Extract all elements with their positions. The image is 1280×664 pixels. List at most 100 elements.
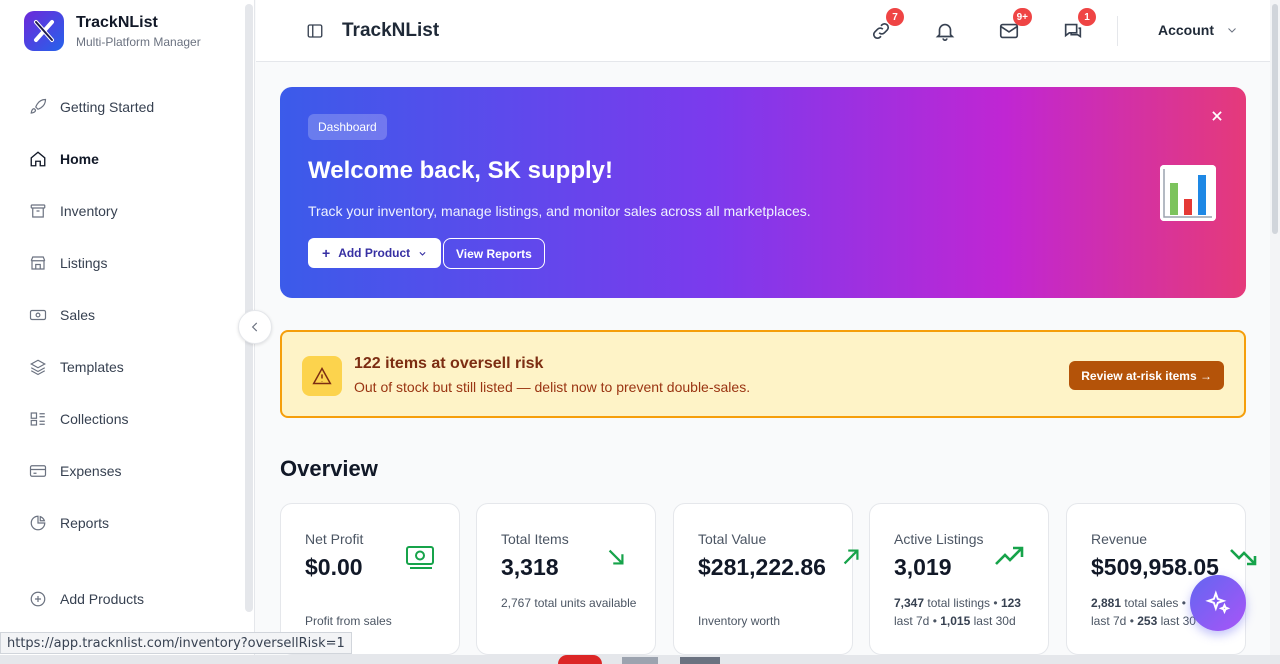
subtext-part: last 30 <box>1157 614 1196 628</box>
plus-icon: + <box>322 245 331 261</box>
brand[interactable]: TrackNList Multi-Platform Manager <box>24 11 201 51</box>
sidebar-toggle-button[interactable] <box>306 22 324 45</box>
brand-subtitle: Multi-Platform Manager <box>76 35 201 49</box>
pie-chart-icon <box>28 513 48 533</box>
credit-card-icon <box>28 461 48 481</box>
trend-up-arrow-icon <box>840 546 862 573</box>
dashboard-chip: Dashboard <box>308 114 387 140</box>
card-label: Active Listings <box>894 531 984 547</box>
account-menu[interactable]: Account <box>1158 22 1238 38</box>
stat-card-total-items[interactable]: Total Items 3,318 2,767 total units avai… <box>476 503 656 655</box>
sidebar-item-getting-started[interactable]: Getting Started <box>0 81 244 133</box>
status-bar-url: https://app.tracknlist.com/inventory?ove… <box>0 632 352 654</box>
alert-description: Out of stock but still listed — delist n… <box>354 379 751 395</box>
sidebar-item-label: Listings <box>60 255 108 271</box>
panel-left-icon <box>307 24 323 38</box>
card-label: Total Value <box>698 531 767 547</box>
sidebar-item-label: Getting Started <box>60 99 155 115</box>
last-30d-count: 1,015 <box>940 614 971 628</box>
close-banner-button[interactable] <box>1210 107 1224 128</box>
sidebar-item-templates[interactable]: Templates <box>0 341 244 393</box>
sidebar-item-label: Collections <box>60 411 129 427</box>
page-title: TrackNList <box>342 20 440 41</box>
sidebar-item-listings[interactable]: Listings <box>0 237 244 289</box>
main-scrollbar-thumb[interactable] <box>1272 4 1278 234</box>
welcome-description: Track your inventory, manage listings, a… <box>308 203 811 219</box>
ai-assistant-button[interactable] <box>1190 575 1246 631</box>
card-value: $0.00 <box>305 554 363 580</box>
view-reports-button[interactable]: View Reports <box>443 238 545 269</box>
bell-icon <box>935 23 955 41</box>
subtext-part: last 7d • <box>894 614 941 628</box>
sidebar-item-inventory[interactable]: Inventory <box>0 185 244 237</box>
stat-card-active-listings[interactable]: Active Listings 3,019 7,347 total listin… <box>869 503 1049 655</box>
welcome-title: Welcome back, SK supply! <box>308 157 613 184</box>
chevron-left-icon <box>251 322 258 332</box>
review-at-risk-button[interactable]: Review at-risk items → <box>1069 361 1224 390</box>
overview-heading: Overview <box>280 456 378 481</box>
stat-card-total-value[interactable]: Total Value $281,222.86 Inventory worth <box>673 503 859 655</box>
chevron-down-icon <box>419 251 426 256</box>
integrations-button[interactable]: 7 <box>869 8 904 43</box>
subtext-part: last 7d • <box>1091 614 1138 628</box>
alert-title: 122 items at oversell risk <box>354 355 544 372</box>
sidebar-scrollbar[interactable] <box>245 4 253 612</box>
subtext-part: total listings • <box>924 596 1001 610</box>
brand-name: TrackNList <box>76 14 158 31</box>
last-30d-count: 253 <box>1137 614 1158 628</box>
card-subtext: Inventory worth <box>698 614 781 628</box>
plus-circle-icon <box>28 589 48 609</box>
sidebar-item-label: Inventory <box>60 203 118 219</box>
header-divider <box>1117 16 1118 46</box>
sidebar-item-sales[interactable]: Sales <box>0 289 244 341</box>
collection-icon <box>28 409 48 429</box>
sidebar-nav: Getting Started Home Inventory Listings … <box>0 81 244 549</box>
sidebar-item-label: Expenses <box>60 463 122 479</box>
sidebar-item-label: Reports <box>60 515 110 531</box>
chevron-down-icon <box>1228 28 1236 33</box>
banknote-icon <box>28 305 48 325</box>
taskbar-app-icon[interactable] <box>558 655 602 664</box>
sidebar-item-reports[interactable]: Reports <box>0 497 244 549</box>
account-label: Account <box>1158 22 1214 38</box>
sidebar-item-collections[interactable]: Collections <box>0 393 244 445</box>
close-icon <box>1212 111 1222 121</box>
archive-icon <box>28 201 48 221</box>
top-header: TrackNList 7 9+ 1 Account <box>256 0 1280 62</box>
subtext-part: total sales • <box>1121 596 1186 610</box>
welcome-banner: Dashboard Welcome back, SK supply! Track… <box>280 87 1246 298</box>
sidebar-item-label: Add Products <box>60 591 145 607</box>
trending-down-icon <box>1229 546 1257 573</box>
sparkles-icon <box>1205 590 1231 615</box>
sidebar-item-label: Sales <box>60 307 96 323</box>
warning-icon <box>302 356 342 396</box>
trend-down-arrow-icon <box>605 546 627 573</box>
add-product-button[interactable]: + Add Product <box>308 238 442 268</box>
card-subtext: 7,347 total listings • 123 last 7d • 1,0… <box>894 594 1034 630</box>
sidebar-item-add-products[interactable]: Add Products <box>0 573 244 625</box>
sidebar: TrackNList Multi-Platform Manager Gettin… <box>0 0 255 664</box>
subtext-part: last 30d <box>970 614 1016 628</box>
store-icon <box>28 253 48 273</box>
mail-badge: 9+ <box>1012 8 1032 26</box>
rocket-icon <box>28 97 48 117</box>
links-badge: 7 <box>886 8 904 26</box>
sidebar-collapse-button[interactable] <box>238 310 272 344</box>
mail-button[interactable]: 9+ <box>997 8 1032 43</box>
trending-up-icon <box>994 546 1024 573</box>
chat-badge: 1 <box>1078 8 1096 26</box>
sidebar-item-home[interactable]: Home <box>0 133 244 185</box>
last-7d-count: 123 <box>1000 596 1021 610</box>
taskbar-app-icon[interactable] <box>680 657 720 664</box>
card-subtext: 2,767 total units available <box>501 596 637 610</box>
notifications-button[interactable] <box>933 19 957 43</box>
sidebar-item-expenses[interactable]: Expenses <box>0 445 244 497</box>
card-label: Total Items <box>501 531 569 547</box>
money-icon <box>405 544 435 577</box>
taskbar-app-icon[interactable] <box>622 657 658 664</box>
total-sales-count: 2,881 <box>1091 596 1122 610</box>
sidebar-item-label: Home <box>60 151 99 167</box>
chat-button[interactable]: 1 <box>1061 8 1096 43</box>
total-listings-count: 7,347 <box>894 596 925 610</box>
oversell-alert: 122 items at oversell risk Out of stock … <box>280 330 1246 418</box>
